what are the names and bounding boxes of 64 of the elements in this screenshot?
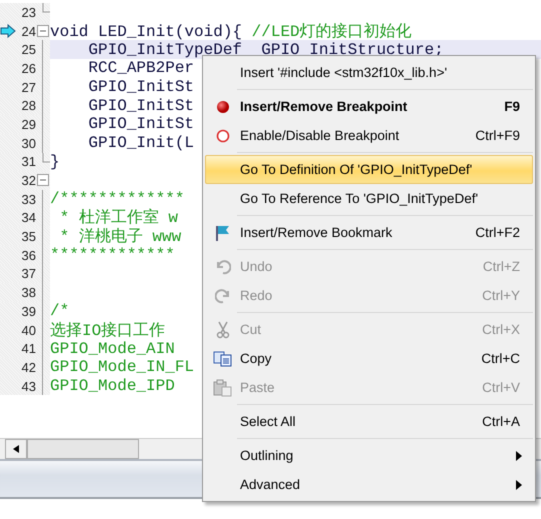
fold-collapse-icon[interactable] [37,174,49,186]
line-number: 37 [20,266,36,282]
menu-item[interactable]: Copy Ctrl+C [205,344,533,373]
code-line: * 洋桃电子 www [58,226,182,247]
code-line: /************* [50,190,184,208]
code-line: GPIO_InitTypeDef GPIO_InitStructure; [87,40,444,59]
menu-item[interactable]: Insert '#include <stm32f10x_lib.h>' [205,58,533,87]
submenu-arrow-icon [516,450,522,460]
code-line: GPIO_InitSt [87,78,194,96]
line-number: 43 [20,378,36,394]
menu-item[interactable]: Go To Reference To 'GPIO_InitTypeDef' [205,184,533,213]
line-number: 23 [20,4,36,20]
submenu-arrow-icon [516,480,522,490]
flag-icon [215,224,231,240]
line-number: 42 [20,360,36,375]
code-line: ************* [50,246,175,264]
line-number: 40 [20,322,36,338]
menu-item[interactable]: Insert/Remove Bookmark Ctrl+F2 [205,218,533,247]
scissors-icon [216,320,230,338]
line-number: 41 [20,341,36,356]
fold-end-icon [42,3,50,13]
menu-item[interactable]: Select All Ctrl+A [205,407,533,436]
line-number: 28 [20,98,36,114]
code-line: GPIO_Mode_IPD [50,377,175,396]
line-number: 33 [20,192,36,207]
line-number: 34 [20,210,36,226]
menu-item[interactable]: Advanced [205,470,533,499]
line-number: 25 [20,42,36,58]
code-line: GPIO_InitSt [87,96,194,115]
code-line: 选择IO接口工作 [50,320,166,341]
line-number: 24 [20,24,36,39]
code-line: /* [50,302,70,320]
menu-item[interactable]: Enable/Disable Breakpoint Ctrl+F9 [205,121,533,150]
fold-collapse-icon[interactable] [37,24,49,37]
scroll-thumb[interactable] [27,439,139,459]
menu-item[interactable]: Go To Definition Of 'GPIO_InitTypeDef' [205,155,533,184]
line-number: 26 [20,60,36,76]
line-number: 32 [20,173,36,188]
code-line: GPIO_Mode_IN_FL [50,358,194,376]
code-line: GPIO_Mode_AIN [50,340,175,358]
menu-item[interactable]: Insert/Remove Breakpoint F9 [205,92,533,121]
code-line: RCC_APB2Per [87,59,194,78]
redo-icon [215,288,231,304]
line-number: 31 [20,154,36,170]
breakpoint-outline-icon [216,128,230,142]
line-number: 36 [20,248,36,263]
line-number: 29 [20,116,36,132]
copy-icon [213,350,233,366]
left-arrow-icon [13,445,19,453]
line-number: 38 [20,285,36,300]
code-line: void LED_Init(void){ //LED灯的接口初始化 [50,22,412,42]
paste-icon [213,378,233,396]
line-number: 27 [20,80,36,95]
line-number: 35 [20,229,36,244]
line-number: 39 [20,304,36,319]
code-line: } [50,152,60,171]
menu-item[interactable]: Outlining [205,441,533,470]
scroll-left-button[interactable] [5,439,27,459]
code-line: * 杜洋工作室 w [58,208,178,228]
breakpoint-icon [216,100,230,114]
line-number: 30 [20,136,36,151]
code-line: GPIO_Init(L [87,134,194,152]
undo-icon [215,258,231,274]
code-line: GPIO_InitSt [87,115,194,134]
